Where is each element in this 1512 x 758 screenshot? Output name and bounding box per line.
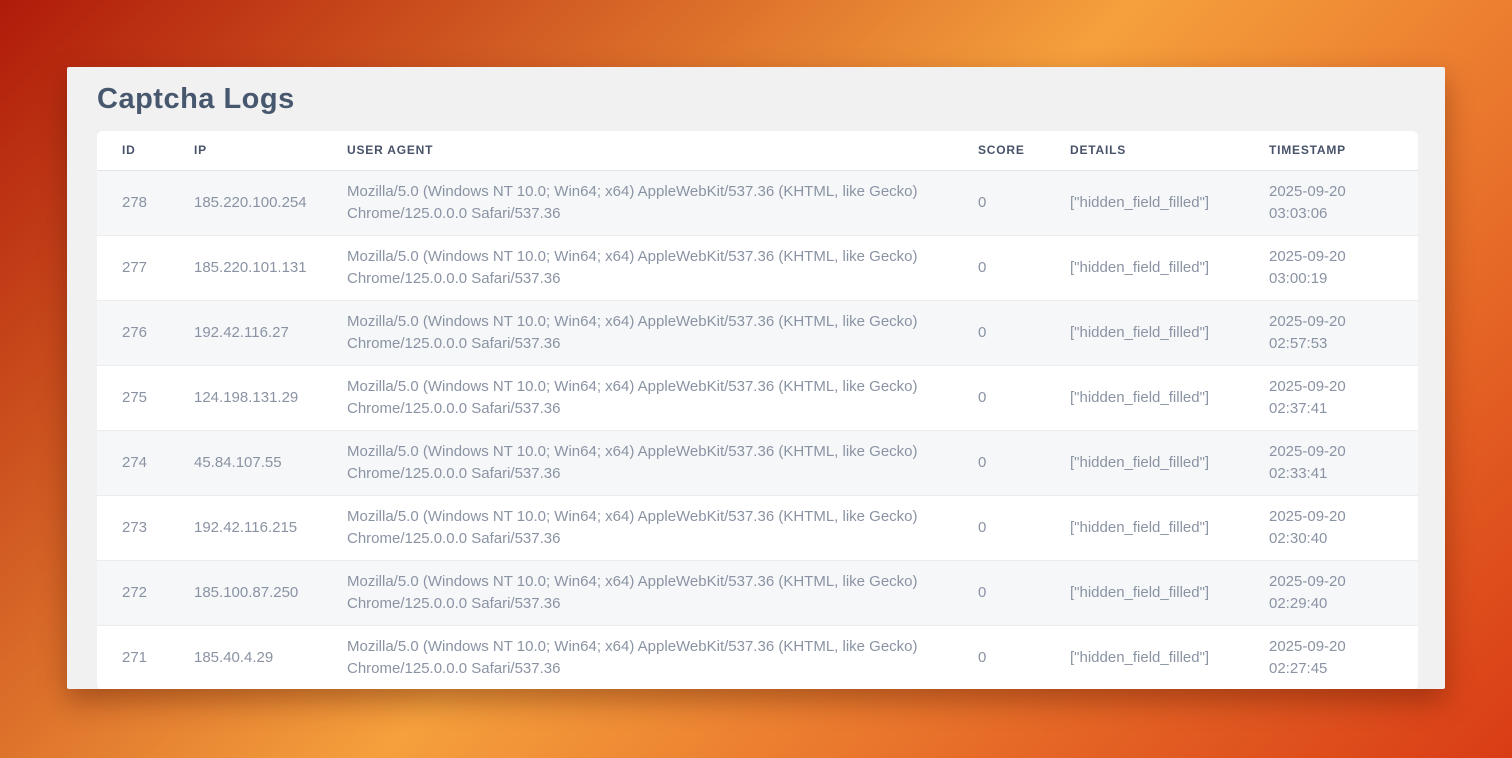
- column-header-timestamp: TIMESTAMP: [1244, 131, 1418, 170]
- table-row: 272185.100.87.250Mozilla/5.0 (Windows NT…: [97, 560, 1418, 625]
- cell-user_agent: Mozilla/5.0 (Windows NT 10.0; Win64; x64…: [322, 560, 953, 625]
- table-row: 271185.40.4.29Mozilla/5.0 (Windows NT 10…: [97, 625, 1418, 689]
- cell-id: 278: [97, 170, 169, 235]
- table-row: 277185.220.101.131Mozilla/5.0 (Windows N…: [97, 235, 1418, 300]
- column-header-details: DETAILS: [1045, 131, 1244, 170]
- log-table: IDIPUSER AGENTSCOREDETAILSTIMESTAMP 2781…: [97, 131, 1418, 689]
- column-header-score: SCORE: [953, 131, 1045, 170]
- cell-details: ["hidden_field_filled"]: [1045, 365, 1244, 430]
- cell-ip: 192.42.116.215: [169, 495, 322, 560]
- cell-details: ["hidden_field_filled"]: [1045, 170, 1244, 235]
- cell-score: 0: [953, 235, 1045, 300]
- cell-id: 271: [97, 625, 169, 689]
- cell-ip: 185.220.101.131: [169, 235, 322, 300]
- cell-ip: 185.100.87.250: [169, 560, 322, 625]
- log-table-body: 278185.220.100.254Mozilla/5.0 (Windows N…: [97, 170, 1418, 689]
- column-header-id: ID: [97, 131, 169, 170]
- cell-user_agent: Mozilla/5.0 (Windows NT 10.0; Win64; x64…: [322, 300, 953, 365]
- cell-id: 277: [97, 235, 169, 300]
- column-header-user_agent: USER AGENT: [322, 131, 953, 170]
- cell-user_agent: Mozilla/5.0 (Windows NT 10.0; Win64; x64…: [322, 625, 953, 689]
- table-row: 278185.220.100.254Mozilla/5.0 (Windows N…: [97, 170, 1418, 235]
- cell-user_agent: Mozilla/5.0 (Windows NT 10.0; Win64; x64…: [322, 235, 953, 300]
- cell-ip: 185.220.100.254: [169, 170, 322, 235]
- cell-details: ["hidden_field_filled"]: [1045, 625, 1244, 689]
- table-row: 275124.198.131.29Mozilla/5.0 (Windows NT…: [97, 365, 1418, 430]
- cell-user_agent: Mozilla/5.0 (Windows NT 10.0; Win64; x64…: [322, 170, 953, 235]
- cell-ip: 192.42.116.27: [169, 300, 322, 365]
- cell-user_agent: Mozilla/5.0 (Windows NT 10.0; Win64; x64…: [322, 365, 953, 430]
- cell-timestamp: 2025-09-20 02:33:41: [1244, 430, 1418, 495]
- cell-timestamp: 2025-09-20 02:29:40: [1244, 560, 1418, 625]
- cell-ip: 45.84.107.55: [169, 430, 322, 495]
- cell-timestamp: 2025-09-20 02:57:53: [1244, 300, 1418, 365]
- cell-details: ["hidden_field_filled"]: [1045, 430, 1244, 495]
- table-row: 27445.84.107.55Mozilla/5.0 (Windows NT 1…: [97, 430, 1418, 495]
- log-table-container: IDIPUSER AGENTSCOREDETAILSTIMESTAMP 2781…: [97, 131, 1418, 689]
- cell-id: 273: [97, 495, 169, 560]
- cell-user_agent: Mozilla/5.0 (Windows NT 10.0; Win64; x64…: [322, 495, 953, 560]
- header-row: IDIPUSER AGENTSCOREDETAILSTIMESTAMP: [97, 131, 1418, 170]
- cell-score: 0: [953, 495, 1045, 560]
- cell-timestamp: 2025-09-20 03:03:06: [1244, 170, 1418, 235]
- cell-timestamp: 2025-09-20 02:27:45: [1244, 625, 1418, 689]
- cell-timestamp: 2025-09-20 03:00:19: [1244, 235, 1418, 300]
- cell-score: 0: [953, 625, 1045, 689]
- cell-id: 276: [97, 300, 169, 365]
- cell-user_agent: Mozilla/5.0 (Windows NT 10.0; Win64; x64…: [322, 430, 953, 495]
- log-table-header: IDIPUSER AGENTSCOREDETAILSTIMESTAMP: [97, 131, 1418, 170]
- cell-details: ["hidden_field_filled"]: [1045, 495, 1244, 560]
- cell-ip: 124.198.131.29: [169, 365, 322, 430]
- cell-score: 0: [953, 300, 1045, 365]
- cell-details: ["hidden_field_filled"]: [1045, 560, 1244, 625]
- cell-score: 0: [953, 430, 1045, 495]
- cell-timestamp: 2025-09-20 02:37:41: [1244, 365, 1418, 430]
- cell-id: 274: [97, 430, 169, 495]
- cell-score: 0: [953, 560, 1045, 625]
- cell-score: 0: [953, 365, 1045, 430]
- cell-id: 272: [97, 560, 169, 625]
- captcha-logs-card: Captcha Logs IDIPUSER AGENTSCOREDETAILST…: [67, 67, 1445, 689]
- page-title: Captcha Logs: [97, 83, 1445, 116]
- column-header-ip: IP: [169, 131, 322, 170]
- table-row: 276192.42.116.27Mozilla/5.0 (Windows NT …: [97, 300, 1418, 365]
- cell-score: 0: [953, 170, 1045, 235]
- cell-details: ["hidden_field_filled"]: [1045, 300, 1244, 365]
- cell-details: ["hidden_field_filled"]: [1045, 235, 1244, 300]
- table-row: 273192.42.116.215Mozilla/5.0 (Windows NT…: [97, 495, 1418, 560]
- cell-id: 275: [97, 365, 169, 430]
- cell-timestamp: 2025-09-20 02:30:40: [1244, 495, 1418, 560]
- cell-ip: 185.40.4.29: [169, 625, 322, 689]
